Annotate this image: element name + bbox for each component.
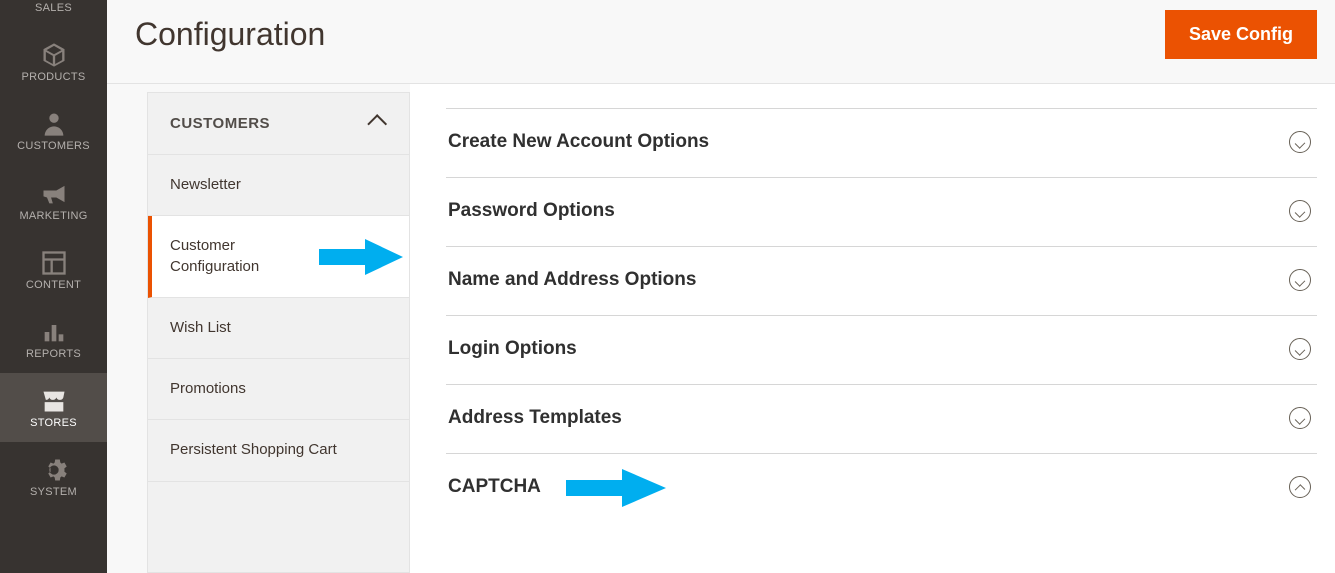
section-create-new-account[interactable]: Create New Account Options [446, 108, 1317, 177]
bar-chart-icon [40, 318, 68, 342]
cube-icon [40, 41, 68, 65]
arrow-annotation-icon [566, 467, 666, 509]
nav-products[interactable]: PRODUCTS [0, 27, 107, 96]
nav-system[interactable]: SYSTEM [0, 442, 107, 511]
person-icon [40, 110, 68, 134]
tab-label: Customer Configuration [170, 236, 300, 277]
config-panel: Create New Account Options Password Opti… [410, 84, 1335, 573]
admin-sidebar: SALES PRODUCTS CUSTOMERS MARKETING CONTE… [0, 0, 107, 573]
tab-persistent-shopping-cart[interactable]: Persistent Shopping Cart [148, 420, 409, 481]
nav-label: MARKETING [4, 210, 103, 223]
section-title: Name and Address Options [448, 269, 696, 291]
nav-label: CUSTOMERS [4, 140, 103, 153]
expand-toggle-icon [1289, 407, 1311, 429]
section-title: Address Templates [448, 407, 622, 429]
arrow-annotation-icon [319, 237, 403, 277]
tab-label: Wish List [170, 319, 231, 336]
config-tabs: CUSTOMERS Newsletter Customer Configurat… [147, 92, 410, 573]
tab-label: Persistent Shopping Cart [170, 441, 337, 458]
tab-wish-list[interactable]: Wish List [148, 298, 409, 359]
config-section-customers[interactable]: CUSTOMERS [148, 93, 409, 155]
section-title: Create New Account Options [448, 131, 709, 153]
expand-toggle-icon [1289, 131, 1311, 153]
page-title: Configuration [135, 16, 325, 53]
expand-toggle-icon [1289, 338, 1311, 360]
expand-toggle-icon [1289, 269, 1311, 291]
nav-label: STORES [4, 417, 103, 430]
section-captcha[interactable]: CAPTCHA [446, 453, 1317, 522]
tab-newsletter[interactable]: Newsletter [148, 155, 409, 216]
tab-label: Promotions [170, 380, 246, 397]
gear-icon [40, 456, 68, 480]
megaphone-icon [40, 180, 68, 204]
page-header: Configuration Save Config [107, 0, 1335, 84]
save-config-button[interactable]: Save Config [1165, 10, 1317, 59]
expand-toggle-icon [1289, 200, 1311, 222]
nav-stores[interactable]: STORES [0, 373, 107, 442]
tab-customer-configuration[interactable]: Customer Configuration [148, 216, 409, 298]
nav-marketing[interactable]: MARKETING [0, 166, 107, 235]
section-title: CAPTCHA [448, 476, 541, 498]
nav-label: SALES [4, 2, 103, 15]
section-name-address-options[interactable]: Name and Address Options [446, 246, 1317, 315]
tab-promotions[interactable]: Promotions [148, 359, 409, 420]
nav-sales[interactable]: SALES [0, 0, 107, 27]
section-password-options[interactable]: Password Options [446, 177, 1317, 246]
section-title: Password Options [448, 200, 615, 222]
collapse-toggle-icon [1289, 476, 1311, 498]
config-section-title: CUSTOMERS [170, 115, 270, 132]
layout-icon [40, 249, 68, 273]
nav-label: CONTENT [4, 279, 103, 292]
nav-label: REPORTS [4, 348, 103, 361]
nav-reports[interactable]: REPORTS [0, 304, 107, 373]
nav-label: PRODUCTS [4, 71, 103, 84]
nav-content[interactable]: CONTENT [0, 235, 107, 304]
storefront-icon [40, 387, 68, 411]
nav-label: SYSTEM [4, 486, 103, 499]
tab-label: Newsletter [170, 176, 241, 193]
section-address-templates[interactable]: Address Templates [446, 384, 1317, 453]
section-login-options[interactable]: Login Options [446, 315, 1317, 384]
chevron-up-icon [367, 114, 387, 134]
nav-customers[interactable]: CUSTOMERS [0, 96, 107, 165]
main-region: Configuration Save Config CUSTOMERS News… [107, 0, 1335, 573]
section-title: Login Options [448, 338, 577, 360]
